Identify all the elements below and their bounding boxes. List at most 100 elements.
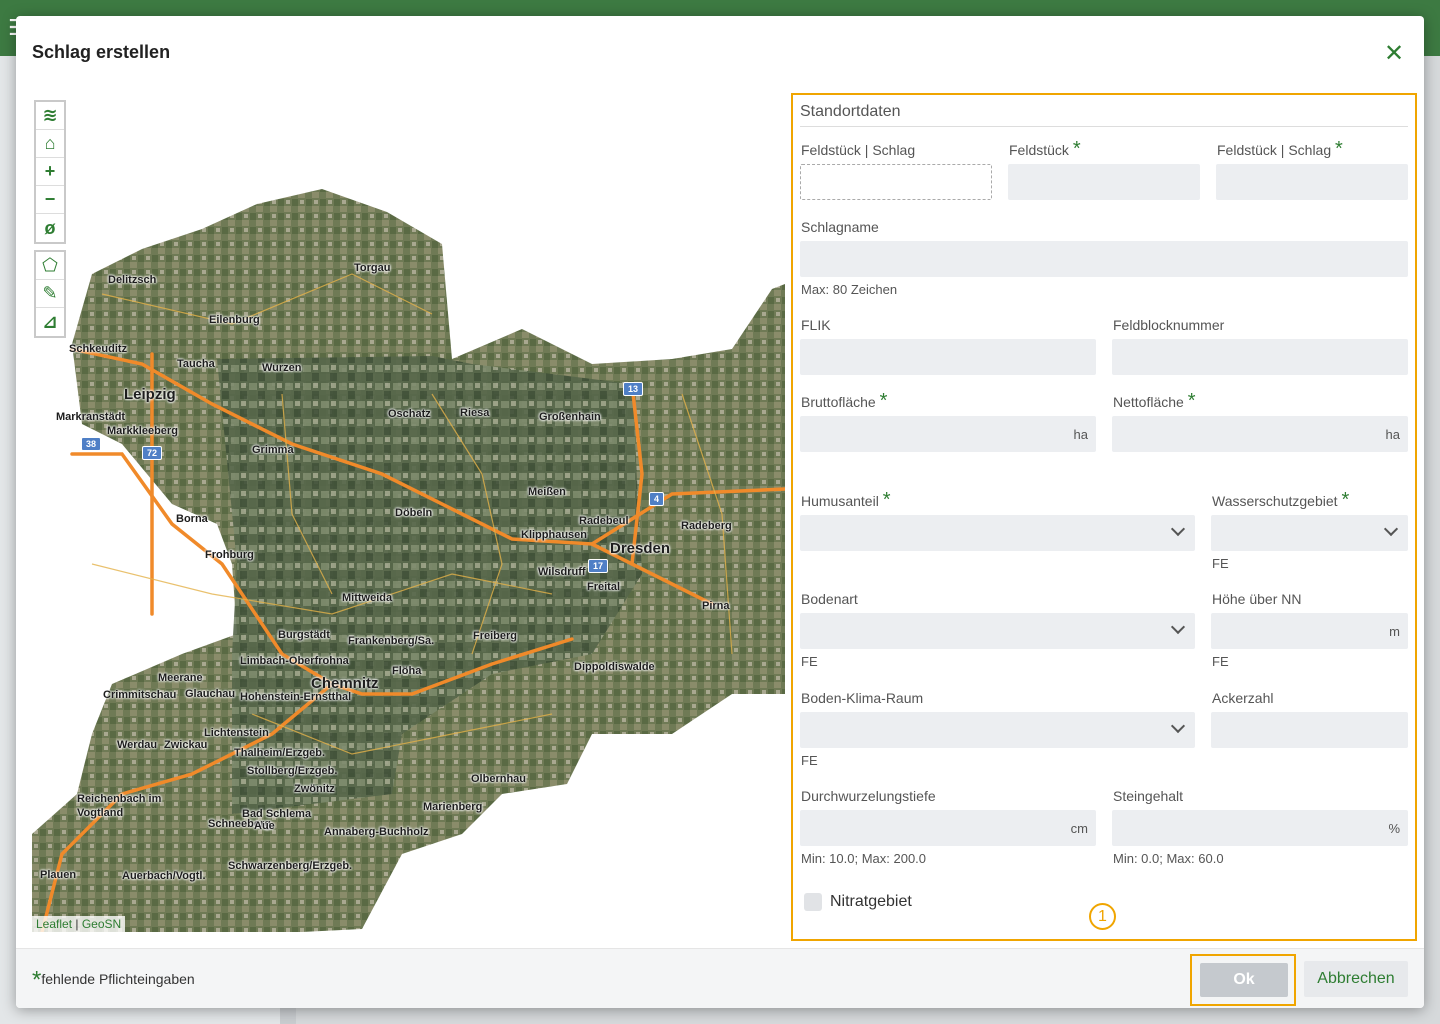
map-place-label: Eilenburg — [209, 314, 260, 326]
map-place-label: Dippoldiswalde — [574, 661, 655, 673]
map-place-label: Mittweida — [342, 592, 393, 604]
map-view[interactable]: Torgau Delitzsch Eilenburg Schkeuditz Taucha… — [32, 94, 785, 932]
schlagname-label: Schlagname — [801, 219, 879, 235]
home-icon[interactable]: ⌂ — [36, 130, 64, 158]
hoehe-hint: FE — [1212, 654, 1229, 669]
bodenart-select[interactable] — [800, 613, 1195, 649]
feldstueck-label: Feldstück * — [1009, 139, 1081, 159]
map-place-label: Meerane — [158, 672, 203, 684]
feldblock-label: Feldblocknummer — [1113, 317, 1225, 333]
map-place-label: Delitzsch — [108, 274, 157, 286]
brutto-input[interactable]: ha — [800, 416, 1096, 452]
map-place-label: Schwarzenberg/Erzgeb. — [228, 860, 353, 872]
durchwurzel-label: Durchwurzelungstiefe — [801, 788, 936, 804]
map-place-label: Chemnitz — [311, 675, 379, 692]
draw-polygon-icon[interactable]: ⬠ — [36, 252, 64, 280]
map-place-label: Olbernhau — [471, 773, 527, 785]
brutto-unit: ha — [1073, 427, 1088, 442]
map-place-label: Aue — [254, 820, 275, 832]
map-place-label: Zwönitz — [294, 783, 335, 795]
dialog-title: Schlag erstellen — [32, 42, 171, 62]
map-place-label: Marienberg — [423, 801, 483, 813]
flik-input[interactable] — [800, 339, 1096, 375]
bkr-select[interactable] — [800, 712, 1195, 748]
netto-unit: ha — [1385, 427, 1400, 442]
map-controls: ≋ ⌂ + − ø ⬠ ✎ ⊿ — [32, 100, 66, 344]
road-number-badge: 72 — [142, 446, 163, 460]
map-place-label: Auerbach/Vogtl. — [122, 870, 206, 882]
map-place-label: Frankenberg/Sa. — [348, 635, 435, 647]
zoom-out-icon[interactable]: − — [36, 186, 64, 214]
required-mark: * — [1187, 390, 1196, 412]
steingehalt-hint: Min: 0.0; Max: 60.0 — [1113, 851, 1224, 866]
hoehe-unit: m — [1389, 624, 1400, 639]
feldstueck-schlag-label: Feldstück | Schlag — [801, 142, 916, 158]
map-nav-controls: ≋ ⌂ + − ø — [34, 100, 66, 244]
attribution-separator: | — [72, 917, 82, 931]
map-place-label: Schkeuditz — [69, 343, 128, 355]
leaflet-link[interactable]: Leaflet — [36, 917, 72, 931]
feldstueck-schlag2-input[interactable] — [1216, 164, 1408, 200]
geosn-link[interactable]: GeoSN — [82, 917, 121, 931]
annotation-marker-1: 1 — [1089, 903, 1116, 930]
flik-label: FLIK — [801, 317, 831, 333]
map-place-label: Wurzen — [262, 362, 302, 374]
netto-label: Nettofläche * — [1113, 391, 1196, 411]
road-number-badge: 4 — [649, 492, 665, 506]
map-place-label: Markkleeberg — [107, 425, 178, 437]
map-place-label: Oschatz — [388, 408, 431, 420]
feldstueck-label-text: Feldstück — [1009, 142, 1069, 158]
visibility-off-icon[interactable]: ø — [36, 214, 64, 242]
required-mark: * — [32, 966, 42, 994]
map-place-label: Radeberg — [681, 520, 732, 532]
map-place-label: Taucha — [177, 358, 215, 370]
map-place-label: Dresden — [610, 540, 671, 557]
map-place-label: Annaberg-Buchholz — [324, 826, 429, 838]
required-mark: * — [1072, 138, 1081, 160]
road-number-badge: 17 — [588, 559, 609, 573]
map-place-label: Radebeul — [579, 515, 629, 527]
nitrat-checkbox[interactable] — [804, 893, 822, 911]
map-place-label: Crimmitschau — [103, 689, 177, 701]
durchwurzel-hint: Min: 10.0; Max: 200.0 — [801, 851, 927, 866]
zoom-in-icon[interactable]: + — [36, 158, 64, 186]
wasser-select[interactable] — [1211, 515, 1408, 551]
chevron-down-icon — [1170, 619, 1186, 635]
map-place-label: Glauchau — [185, 688, 236, 700]
wasser-label: Wasserschutzgebiet * — [1212, 490, 1349, 510]
layers-icon[interactable]: ≋ — [36, 102, 64, 130]
steingehalt-unit: % — [1388, 821, 1400, 836]
map-place-label: Klipphausen — [521, 529, 588, 541]
cancel-button[interactable]: Abbrechen — [1304, 961, 1408, 997]
netto-input[interactable]: ha — [1112, 416, 1408, 452]
ok-highlight: Ok — [1190, 954, 1296, 1006]
required-mark: * — [1341, 489, 1350, 511]
map-place-label: Wilsdruff — [538, 566, 586, 578]
humus-select[interactable] — [800, 515, 1195, 551]
close-icon[interactable]: ✕ — [1382, 42, 1406, 66]
durchwurzel-input[interactable]: cm — [800, 810, 1096, 846]
bodenart-label: Bodenart — [801, 591, 858, 607]
ackerzahl-input[interactable] — [1211, 712, 1408, 748]
edit-shape-icon[interactable]: ✎ — [36, 280, 64, 308]
ok-button[interactable]: Ok — [1200, 963, 1288, 997]
steingehalt-input[interactable]: % — [1112, 810, 1408, 846]
feldstueck-schlag-input[interactable] — [800, 164, 992, 200]
schlagname-input[interactable] — [800, 241, 1408, 277]
map-place-label: Pirna — [702, 600, 730, 612]
hoehe-label: Höhe über NN — [1212, 591, 1302, 607]
netto-label-text: Nettofläche — [1113, 394, 1184, 410]
map-place-label: Vogtland — [77, 807, 124, 819]
map-draw-controls: ⬠ ✎ ⊿ — [34, 250, 66, 338]
map-place-label: Meißen — [528, 486, 566, 498]
humus-label: Humusanteil * — [801, 490, 891, 510]
feldblock-input[interactable] — [1112, 339, 1408, 375]
legend-text: fehlende Pflichteingaben — [41, 971, 195, 987]
feldstueck-input[interactable] — [1008, 164, 1200, 200]
map-place-label: Reichenbach im — [77, 793, 162, 805]
map-place-label: Markranstädt — [56, 411, 126, 423]
map-place-label: Frohburg — [205, 549, 254, 561]
measure-icon[interactable]: ⊿ — [36, 308, 64, 336]
map-place-label: Thalheim/Erzgeb. — [234, 747, 326, 759]
hoehe-input[interactable]: m — [1211, 613, 1408, 649]
